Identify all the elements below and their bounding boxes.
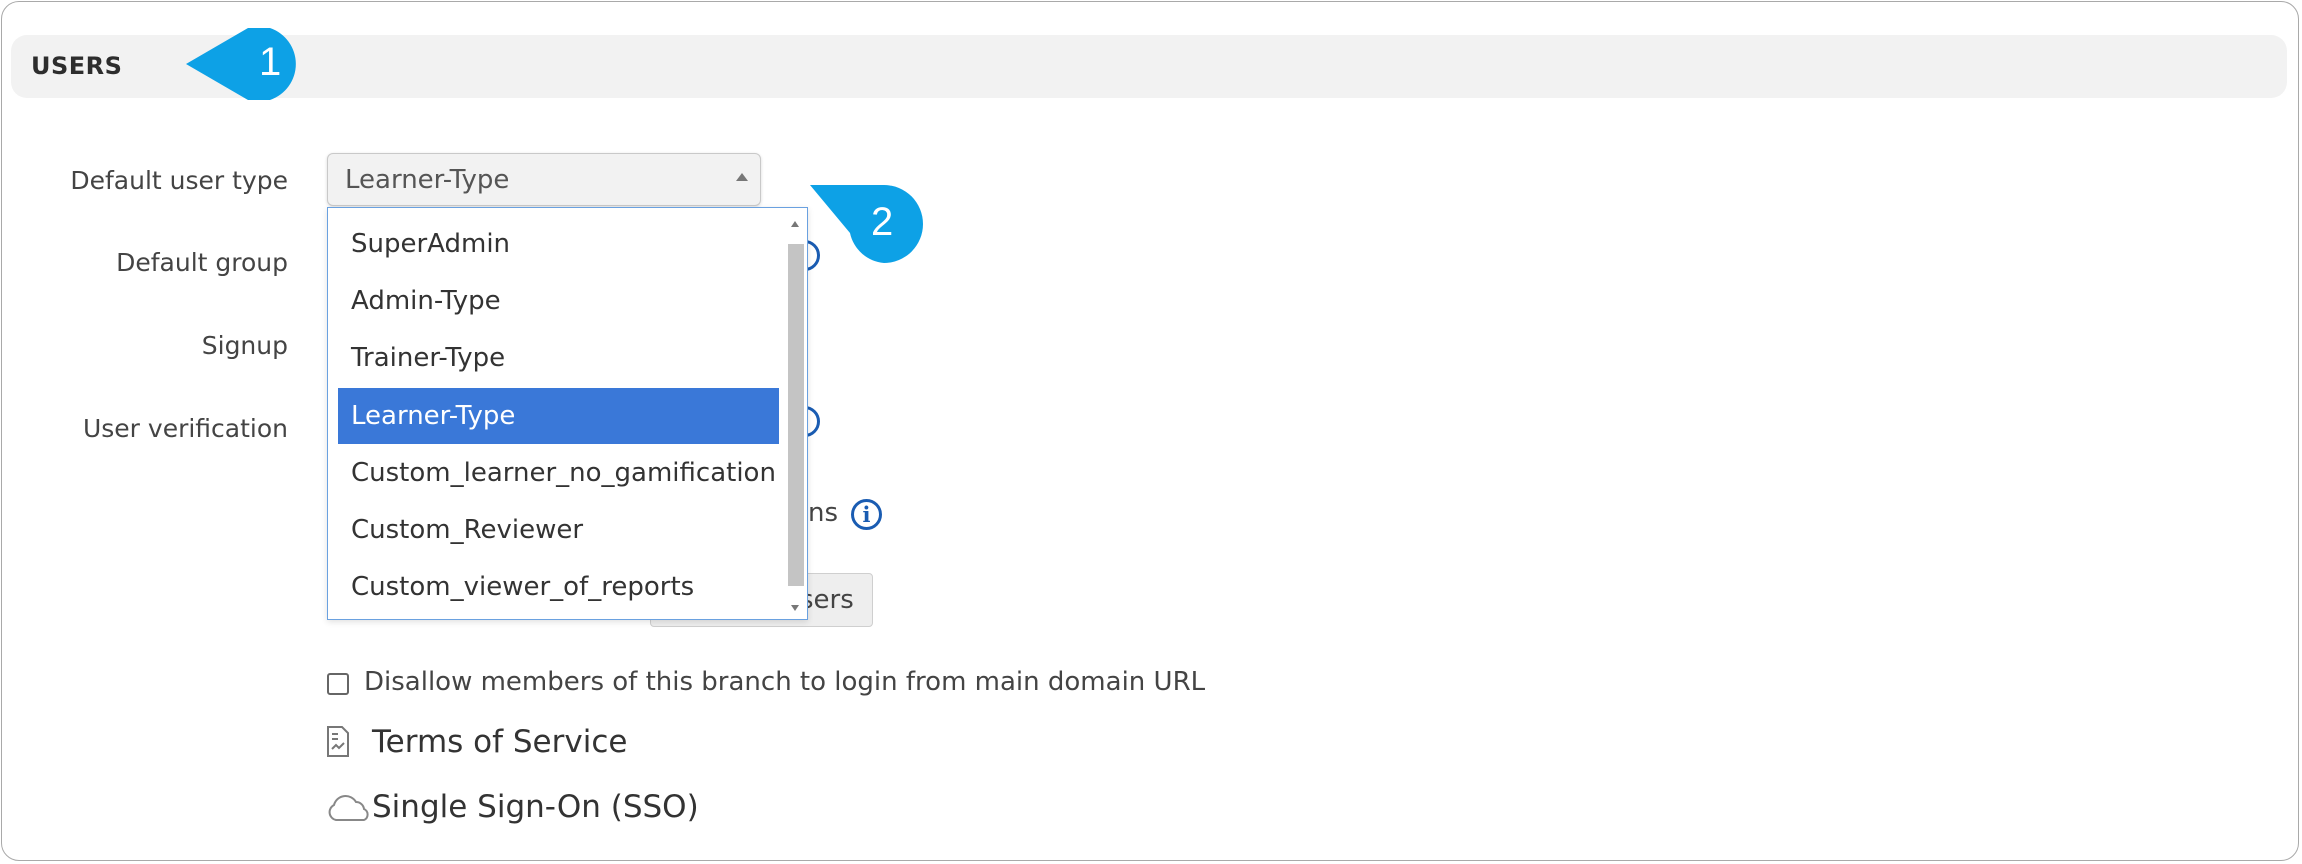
user-type-dropdown[interactable]: SuperAdmin Admin-Type Trainer-Type Learn…: [327, 207, 808, 620]
caret-up-icon: [736, 173, 748, 181]
section-header: USERS: [11, 35, 2287, 98]
option-custom-reviewer[interactable]: Custom_Reviewer: [338, 502, 779, 558]
option-learner-type[interactable]: Learner-Type: [338, 388, 779, 444]
section-title: USERS: [31, 52, 123, 80]
scroll-up-icon[interactable]: [791, 221, 799, 227]
cloud-icon: [328, 795, 369, 821]
option-custom-learner-no-gamification[interactable]: Custom_learner_no_gamification: [338, 445, 779, 501]
signup-label: Signup: [201, 331, 288, 360]
terms-of-service-link[interactable]: Terms of Service: [372, 724, 627, 760]
scroll-thumb[interactable]: [788, 244, 804, 586]
signup-option-text: ns: [808, 498, 839, 528]
sso-link[interactable]: Single Sign-On (SSO): [372, 789, 699, 825]
option-custom-viewer-of-reports[interactable]: Custom_viewer_of_reports: [338, 559, 779, 615]
info-icon[interactable]: i: [851, 499, 882, 530]
scroll-down-icon[interactable]: [791, 605, 799, 611]
option-superadmin[interactable]: SuperAdmin: [338, 216, 779, 272]
document-icon: [327, 726, 349, 757]
callout-2-shape: [810, 185, 923, 263]
default-user-type-label: Default user type: [70, 166, 288, 195]
disallow-login-label: Disallow members of this branch to login…: [364, 667, 1206, 697]
default-group-label: Default group: [116, 248, 288, 277]
disallow-login-checkbox[interactable]: [327, 673, 349, 695]
callout-1-shape: [186, 28, 296, 100]
select-value: Learner-Type: [345, 165, 510, 195]
callout-1: 1: [259, 40, 282, 84]
option-trainer-type[interactable]: Trainer-Type: [338, 330, 779, 386]
default-user-type-select[interactable]: Learner-Type: [327, 153, 761, 206]
users-button-label: sers: [800, 585, 854, 615]
user-verification-label: User verification: [82, 414, 288, 443]
dropdown-scrollbar[interactable]: [785, 216, 807, 615]
callout-2: 2: [871, 200, 894, 244]
option-admin-type[interactable]: Admin-Type: [338, 273, 779, 329]
